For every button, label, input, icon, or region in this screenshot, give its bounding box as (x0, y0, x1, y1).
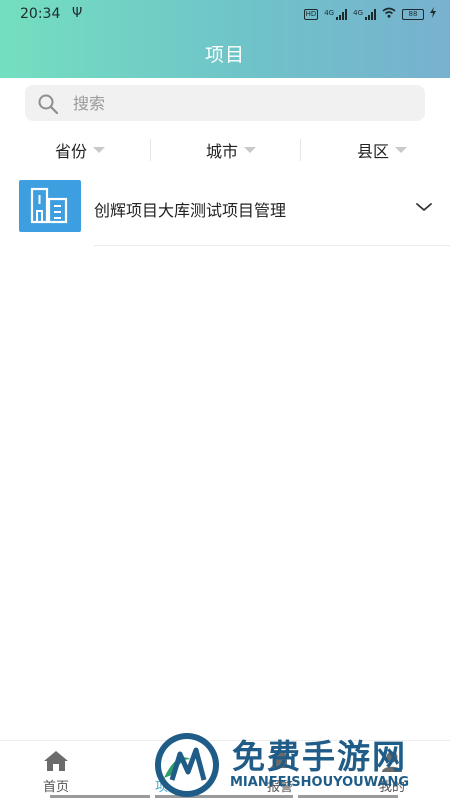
charging-icon (430, 7, 436, 21)
dropdown-arrow-icon (93, 147, 106, 153)
filter-province[interactable]: 省份 (55, 135, 106, 165)
signal-icon-2: 4G (353, 8, 376, 20)
dropdown-arrow-icon (244, 147, 257, 153)
chevron-down-icon[interactable] (415, 198, 433, 217)
filter-city[interactable]: 城市 (206, 135, 257, 165)
hd-badge: HD (303, 8, 319, 20)
app-header: 20:34 Ψ HD 4G 4G 88 项目 (0, 0, 450, 78)
status-icons: HD 4G 4G 88 (303, 7, 436, 21)
battery-icon: 88 (402, 8, 424, 20)
watermark-text: 免费手游网 (232, 737, 407, 776)
search-bar[interactable] (25, 85, 425, 121)
project-list-item[interactable]: 创辉项目大库测试项目管理 (0, 178, 450, 246)
tab-home-label: 首页 (42, 780, 69, 795)
filter-province-label: 省份 (55, 142, 88, 161)
watermark: 免费手游网 MIANFEISHOUYOUWANG (152, 728, 448, 800)
status-bar: 20:34 Ψ HD 4G 4G 88 (0, 0, 450, 30)
filter-district-label: 县区 (357, 142, 390, 161)
project-name: 创辉项目大库测试项目管理 (94, 201, 287, 220)
filter-city-label: 城市 (206, 142, 239, 161)
signal-icon-1: 4G (324, 8, 348, 20)
divider (94, 245, 450, 246)
status-time: 20:34 (20, 6, 61, 22)
watermark-subtext: MIANFEISHOUYOUWANG (230, 775, 410, 790)
nav-indicator (50, 795, 150, 798)
home-icon (43, 749, 69, 773)
divider (150, 139, 151, 161)
page-title: 项目 (204, 44, 245, 66)
usb-icon: Ψ (72, 6, 83, 21)
dropdown-arrow-icon (395, 147, 408, 153)
search-input[interactable] (73, 85, 413, 121)
filter-district[interactable]: 县区 (357, 135, 408, 165)
building-icon (19, 180, 81, 232)
tab-home[interactable]: 首页 (0, 741, 112, 799)
search-icon (37, 93, 59, 119)
watermark-logo-icon (152, 730, 222, 800)
wifi-icon (382, 7, 396, 21)
filter-bar: 省份 城市 县区 (0, 135, 450, 167)
divider (300, 139, 301, 161)
